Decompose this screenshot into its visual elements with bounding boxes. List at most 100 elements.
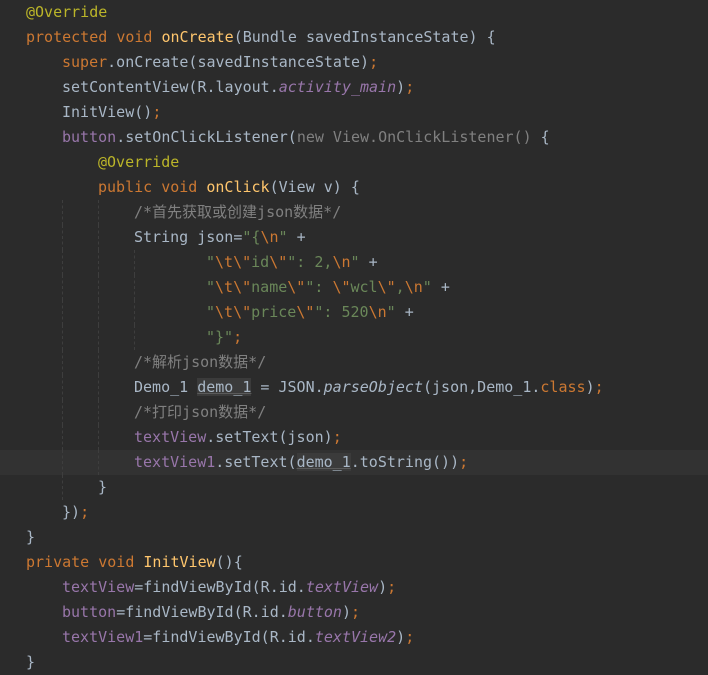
code-line[interactable]: "\t\"price\"": 520\n" + — [0, 300, 708, 325]
indent-guide — [62, 450, 63, 475]
code-token: .setOnClickListener( — [116, 128, 297, 146]
code-token: ) — [341, 603, 351, 621]
code-token: void — [98, 553, 144, 571]
code-line[interactable]: protected void onCreate(Bundle savedInst… — [0, 25, 708, 50]
indent-guide — [62, 225, 63, 250]
code-token: \" — [332, 278, 351, 296]
code-token: .setText( — [215, 453, 297, 471]
code-token: (){ — [215, 553, 243, 571]
code-token: void — [161, 178, 207, 196]
code-token: } — [26, 528, 36, 546]
indent-guide — [62, 425, 63, 450]
code-line[interactable]: textView1.setText(demo_1.toString()); — [0, 450, 708, 475]
indent-guide — [62, 250, 63, 275]
code-text: textView.setText(json); — [134, 425, 342, 450]
code-line[interactable]: super.onCreate(savedInstanceState); — [0, 50, 708, 75]
code-token: " — [206, 303, 216, 321]
code-line[interactable]: setContentView(R.layout.activity_main); — [0, 75, 708, 100]
code-token: , — [395, 278, 405, 296]
code-token: onClick — [206, 178, 270, 196]
code-token: " — [386, 303, 405, 321]
code-token: name — [251, 278, 288, 296]
code-token: + — [404, 303, 414, 321]
code-token: super — [62, 53, 108, 71]
code-text: "\t\"id\"": 2,\n" + — [206, 250, 378, 275]
code-token: =findViewById(R.id. — [134, 578, 306, 596]
code-text: textView1=findViewById(R.id.textView2); — [62, 625, 414, 650]
code-token: =findViewById(R.id. — [116, 603, 288, 621]
code-token: }) — [62, 503, 81, 521]
code-line[interactable]: /*解析json数据*/ — [0, 350, 708, 375]
code-line[interactable]: textView1=findViewById(R.id.textView2); — [0, 625, 708, 650]
indent-guide — [134, 300, 135, 325]
code-line[interactable]: }); — [0, 500, 708, 525]
code-token: id — [251, 253, 270, 271]
code-token: .onCreate(savedInstanceState) — [107, 53, 370, 71]
code-token: \n — [332, 253, 351, 271]
code-token: \" — [296, 303, 315, 321]
indent-guide — [98, 200, 99, 225]
code-token: ; — [80, 503, 90, 521]
code-text: public void onClick(View v) { — [98, 175, 360, 200]
code-editor[interactable]: @Override protected void onCreate(Bundle … — [0, 0, 708, 674]
code-line[interactable]: public void onClick(View v) { — [0, 175, 708, 200]
code-line[interactable]: String json="{\n" + — [0, 225, 708, 250]
code-token: + — [440, 278, 450, 296]
code-token: \t\" — [215, 253, 252, 271]
code-token: protected — [26, 28, 117, 46]
code-token: " — [206, 278, 216, 296]
indent-guide — [98, 350, 99, 375]
code-line[interactable]: } — [0, 650, 708, 675]
code-line[interactable]: textView=findViewById(R.id.textView); — [0, 575, 708, 600]
indent-guide — [62, 325, 63, 350]
code-line[interactable]: button.setOnClickListener(new View.OnCli… — [0, 125, 708, 150]
code-line[interactable]: button=findViewById(R.id.button); — [0, 600, 708, 625]
indent-guide — [62, 275, 63, 300]
code-token: new View.OnClickListener() — [296, 128, 541, 146]
code-token: textView — [62, 578, 135, 596]
code-token: /*打印json数据*/ — [134, 403, 267, 421]
code-token: .toString()) — [350, 453, 460, 471]
code-line[interactable]: "\t\"name\"": \"wcl\",\n" + — [0, 275, 708, 300]
code-text: /*打印json数据*/ — [134, 400, 266, 425]
code-token: ; — [594, 378, 604, 396]
code-token: " — [422, 278, 441, 296]
indent-guide — [98, 275, 99, 300]
code-token: ) — [396, 628, 406, 646]
code-token: button — [62, 603, 117, 621]
code-token: @Override — [26, 3, 108, 21]
code-token: { — [540, 128, 550, 146]
code-line[interactable]: @Override — [0, 0, 708, 25]
code-token: price — [251, 303, 297, 321]
code-token: setContentView(R.layout. — [62, 78, 279, 96]
code-token: } — [98, 478, 108, 496]
code-text: @Override — [98, 150, 179, 175]
indent-guide — [98, 250, 99, 275]
code-token: \n — [260, 228, 279, 246]
code-line[interactable]: } — [0, 475, 708, 500]
indent-guide — [62, 350, 63, 375]
code-token: ": 2, — [287, 253, 333, 271]
code-token: + — [296, 228, 306, 246]
code-line[interactable]: /*打印json数据*/ — [0, 400, 708, 425]
code-token: button — [62, 128, 117, 146]
code-line[interactable]: /*首先获取或创建json数据*/ — [0, 200, 708, 225]
code-line[interactable]: @Override — [0, 150, 708, 175]
code-text: super.onCreate(savedInstanceState); — [62, 50, 378, 75]
code-line[interactable]: "}"; — [0, 325, 708, 350]
code-line[interactable]: } — [0, 525, 708, 550]
code-line[interactable]: InitView(); — [0, 100, 708, 125]
code-token: + — [368, 253, 378, 271]
code-text: setContentView(R.layout.activity_main); — [62, 75, 414, 100]
code-line[interactable]: private void InitView(){ — [0, 550, 708, 575]
code-line[interactable]: textView.setText(json); — [0, 425, 708, 450]
code-token: " — [350, 253, 369, 271]
code-token: textView2 — [314, 628, 397, 646]
code-token: \" — [287, 278, 306, 296]
code-text: "}"; — [206, 325, 242, 350]
code-token: @Override — [98, 153, 180, 171]
code-token: public — [98, 178, 162, 196]
code-line[interactable]: "\t\"id\"": 2,\n" + — [0, 250, 708, 275]
code-token: ": 520 — [314, 303, 369, 321]
code-line[interactable]: Demo_1 demo_1 = JSON.parseObject(json,De… — [0, 375, 708, 400]
